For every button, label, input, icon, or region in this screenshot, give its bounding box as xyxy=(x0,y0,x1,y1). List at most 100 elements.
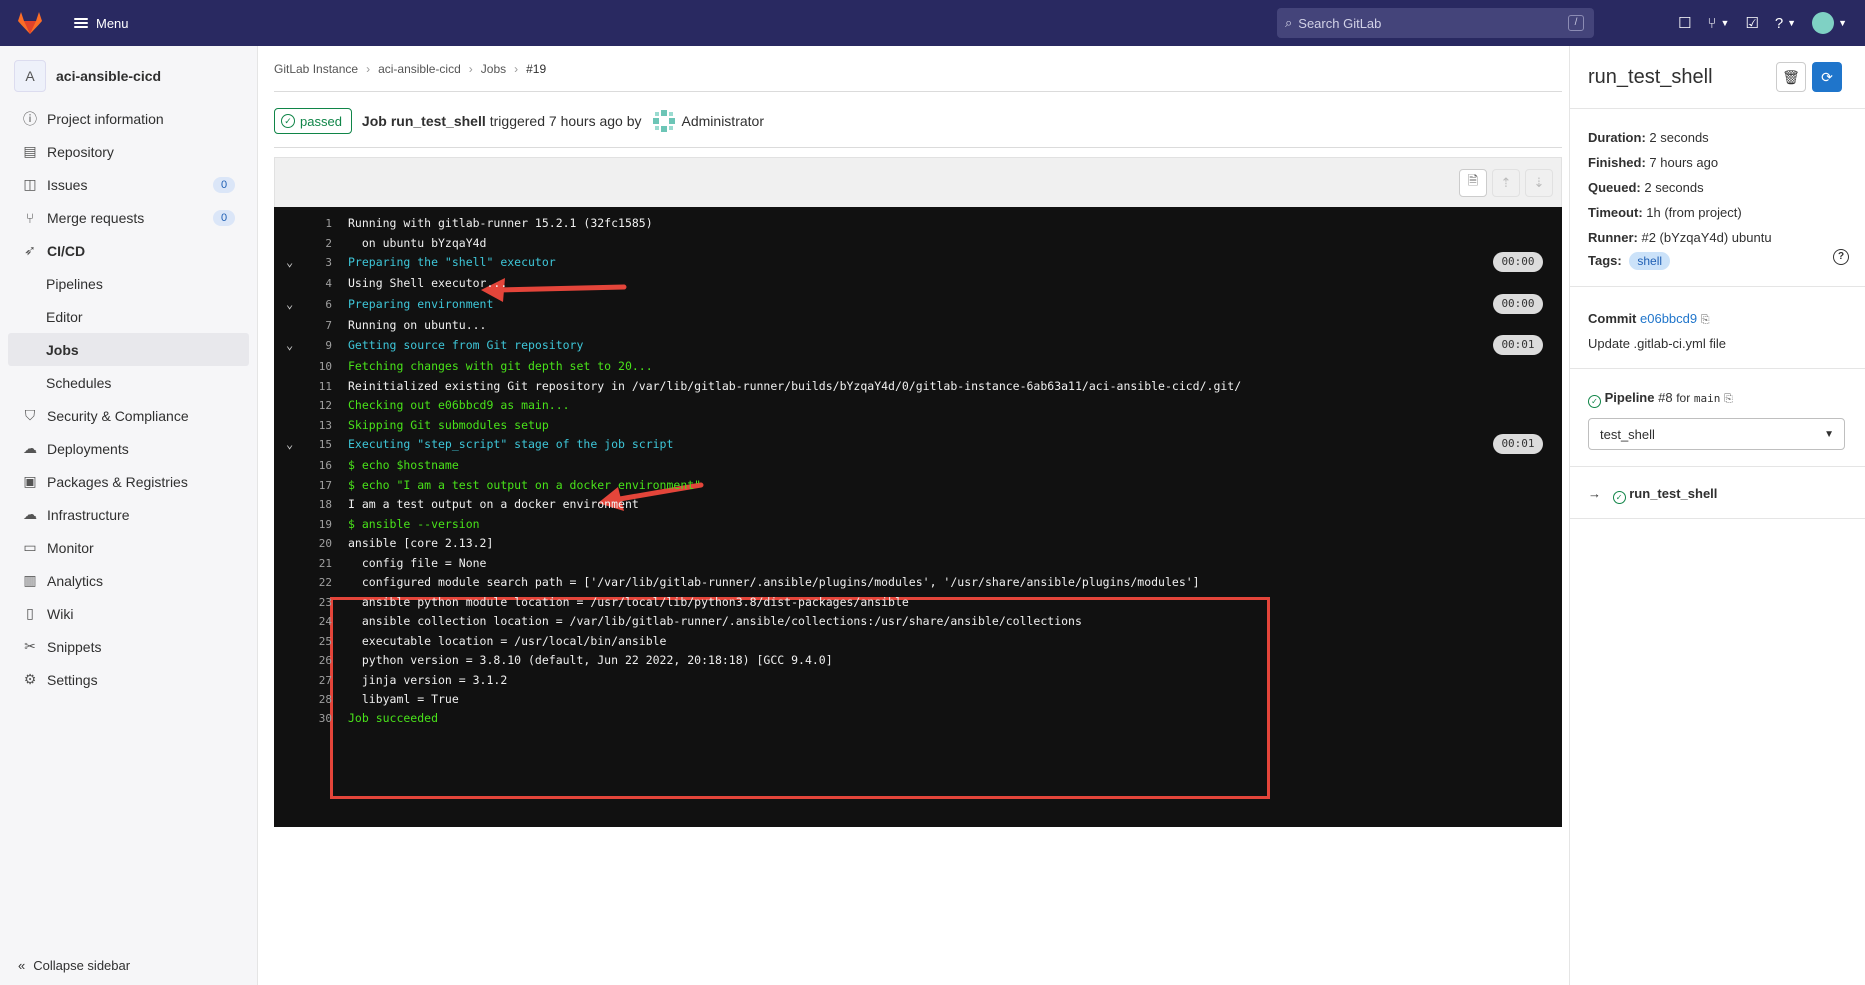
user-name[interactable]: Administrator xyxy=(682,113,764,129)
chevron-down-icon[interactable]: ⌄ xyxy=(286,338,293,352)
log-section-header[interactable]: ⌄ 3 Preparing the "shell" executor 00:00 xyxy=(274,252,1562,272)
log-line-number[interactable]: 15 xyxy=(304,438,332,451)
breadcrumb-item[interactable]: GitLab Instance xyxy=(274,62,358,76)
user-menu-button[interactable]: ▼ xyxy=(1812,12,1847,34)
log-line-number[interactable]: 1 xyxy=(304,217,332,230)
sidebar-item-wiki[interactable]: ▯ Wiki xyxy=(0,597,257,630)
log-line-number[interactable]: 12 xyxy=(304,399,332,412)
sidebar-item-snippets[interactable]: ✂ Snippets xyxy=(0,630,257,663)
rocket-icon: ➶ xyxy=(24,242,36,258)
sidebar-item-packages-registries[interactable]: ▣ Packages & Registries xyxy=(0,465,257,498)
job-list-item[interactable]: → ✓ run_test_shell xyxy=(1588,486,1717,504)
scroll-bottom-button[interactable]: ⇣ xyxy=(1525,169,1553,197)
job-link[interactable]: run_test_shell xyxy=(1629,486,1717,501)
sidebar-item-jobs[interactable]: Jobs xyxy=(8,333,249,366)
log-line: 2 on ubuntu bYzqaY4d xyxy=(274,233,1562,253)
log-section-header[interactable]: ⌄ 15 Executing "step_script" stage of the … xyxy=(274,434,1562,454)
sidebar-item-monitor[interactable]: ▭ Monitor xyxy=(0,531,257,564)
raw-log-button[interactable]: 🗎 xyxy=(1459,169,1487,197)
chevron-down-icon[interactable]: ⌄ xyxy=(286,437,293,451)
collapse-sidebar-button[interactable]: « Collapse sidebar xyxy=(18,958,130,973)
menu-button[interactable]: Menu xyxy=(74,16,129,31)
log-line-number[interactable]: 27 xyxy=(304,674,332,687)
log-line-number[interactable]: 2 xyxy=(304,237,332,250)
gitlab-logo-icon[interactable] xyxy=(8,0,52,46)
log-line-number[interactable]: 11 xyxy=(304,380,332,393)
todos-nav-button[interactable]: ☑ xyxy=(1745,14,1758,32)
sidebar-item-ci-cd[interactable]: ➶ CI/CD xyxy=(0,234,257,267)
log-line-number[interactable]: 25 xyxy=(304,635,332,648)
tags-row: Tags: shell xyxy=(1588,252,1671,270)
log-line-number[interactable]: 26 xyxy=(304,654,332,667)
log-section-header[interactable]: ⌄ 6 Preparing environment 00:00 xyxy=(274,294,1562,314)
sidebar-item-schedules[interactable]: Schedules xyxy=(0,366,257,399)
sidebar-item-label: Snippets xyxy=(47,638,102,655)
commit-sha-link[interactable]: e06bbcd9 xyxy=(1640,311,1697,326)
log-line-number[interactable]: 17 xyxy=(304,479,332,492)
help-nav-button[interactable]: ? ▼ xyxy=(1775,15,1796,32)
sidebar-item-project-information[interactable]: ⓘ Project information xyxy=(0,102,257,135)
breadcrumb-current[interactable]: #19 xyxy=(526,62,546,76)
question-icon: ? xyxy=(1774,14,1784,32)
log-line-number[interactable]: 6 xyxy=(304,298,332,311)
sidebar-item-security-compliance[interactable]: ⛉ Security & Compliance xyxy=(0,399,257,432)
log-line-number[interactable]: 4 xyxy=(304,277,332,290)
scroll-top-button[interactable]: ⇡ xyxy=(1492,169,1520,197)
merge-requests-nav-button[interactable]: ⑂ ▼ xyxy=(1707,15,1729,32)
log-line-number[interactable]: 21 xyxy=(304,557,332,570)
log-line-number[interactable]: 13 xyxy=(304,419,332,432)
sidebar-item-editor[interactable]: Editor xyxy=(0,300,257,333)
finished-row: Finished: 7 hours ago xyxy=(1588,155,1718,170)
log-line-number[interactable]: 20 xyxy=(304,537,332,550)
user-avatar-icon[interactable] xyxy=(652,109,676,133)
breadcrumb-item[interactable]: aci-ansible-cicd xyxy=(378,62,461,76)
log-line-number[interactable]: 3 xyxy=(304,256,332,269)
retry-job-button[interactable]: ⟳ xyxy=(1812,62,1842,92)
sidebar-item-deployments[interactable]: ☁ Deployments xyxy=(0,432,257,465)
log-line-text: $ echo $hostname xyxy=(348,458,459,472)
sidebar-item-infrastructure[interactable]: ☁ Infrastructure xyxy=(0,498,257,531)
sidebar-item-label: Settings xyxy=(47,671,98,688)
log-line-number[interactable]: 30 xyxy=(304,712,332,725)
project-header[interactable]: A aci-ansible-cicd xyxy=(0,54,257,98)
sidebar-item-label: Project information xyxy=(47,110,164,127)
log-line-number[interactable]: 7 xyxy=(304,319,332,332)
log-line: 27 jinja version = 3.1.2 xyxy=(274,670,1562,690)
pipeline-id-link[interactable]: #8 xyxy=(1658,390,1672,405)
pipeline-ref-link[interactable]: main xyxy=(1694,392,1721,405)
status-badge[interactable]: ✓ passed xyxy=(274,108,352,134)
stage-dropdown[interactable]: test_shell ▼ xyxy=(1588,418,1845,450)
log-line-number[interactable]: 24 xyxy=(304,615,332,628)
log-line-number[interactable]: 19 xyxy=(304,518,332,531)
log-line-number[interactable]: 23 xyxy=(304,596,332,609)
log-line-number[interactable]: 28 xyxy=(304,693,332,706)
chevron-down-icon[interactable]: ⌄ xyxy=(286,297,293,311)
sidebar-item-settings[interactable]: ⚙ Settings xyxy=(0,663,257,696)
log-line-text: $ ansible --version xyxy=(348,517,480,531)
sidebar-item-repository[interactable]: ▤ Repository xyxy=(0,135,257,168)
issues-nav-button[interactable]: ☐ xyxy=(1678,14,1691,32)
chevron-down-icon[interactable]: ⌄ xyxy=(286,255,293,269)
erase-job-button[interactable]: 🗑 xyxy=(1776,62,1806,92)
breadcrumb-item[interactable]: Jobs xyxy=(481,62,506,76)
log-line-number[interactable]: 18 xyxy=(304,498,332,511)
triggered-text: triggered 7 hours ago by xyxy=(489,113,642,129)
sidebar-item-pipelines[interactable]: Pipelines xyxy=(0,267,257,300)
log-line-text: Checking out e06bbcd9 as main... xyxy=(348,398,570,412)
sidebar-item-label: Monitor xyxy=(47,539,94,556)
copy-icon[interactable]: ⎘ xyxy=(1724,393,1733,405)
help-icon[interactable]: ? xyxy=(1833,249,1849,265)
sidebar-item-merge-requests[interactable]: ⑂ Merge requests 0 xyxy=(0,201,257,234)
log-line-number[interactable]: 9 xyxy=(304,339,332,352)
log-line-number[interactable]: 10 xyxy=(304,360,332,373)
divider xyxy=(274,147,1562,148)
log-line-number[interactable]: 16 xyxy=(304,459,332,472)
log-section-header[interactable]: ⌄ 9 Getting source from Git repository 00:0… xyxy=(274,335,1562,355)
sidebar-item-analytics[interactable]: ▥ Analytics xyxy=(0,564,257,597)
log-line-text: Running on ubuntu... xyxy=(348,318,487,332)
log-line-number[interactable]: 22 xyxy=(304,576,332,589)
sidebar-item-issues[interactable]: ◫ Issues 0 xyxy=(0,168,257,201)
search-input[interactable]: ⌕ Search GitLab / xyxy=(1277,8,1594,38)
copy-icon[interactable]: ⎘ xyxy=(1701,314,1710,326)
info-icon: ⓘ xyxy=(23,110,37,127)
